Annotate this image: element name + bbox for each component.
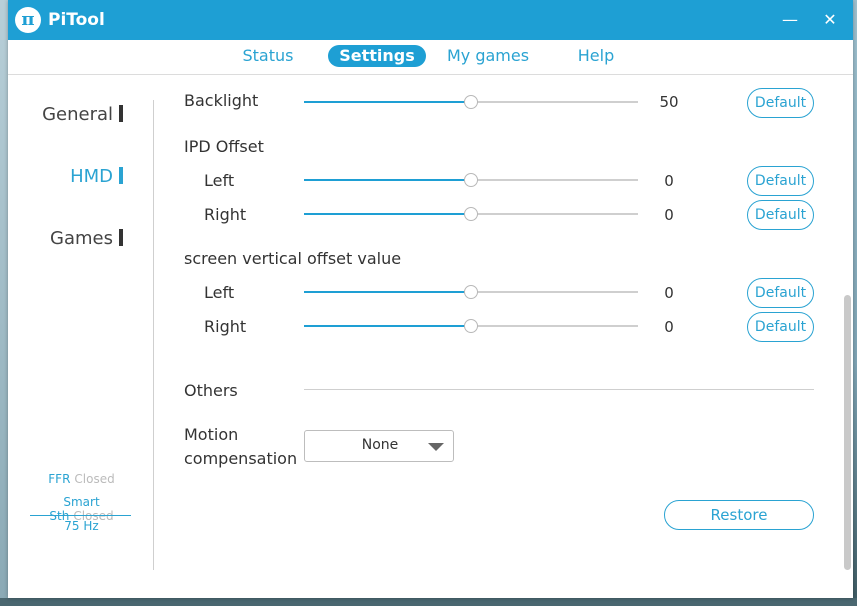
ipd-right-value: 0: [664, 206, 674, 224]
tab-settings[interactable]: Settings: [328, 45, 426, 67]
sidebar-item-label: General: [42, 104, 113, 125]
ipd-right-slider[interactable]: [304, 207, 638, 221]
desktop-background-left: [0, 0, 8, 606]
motion-compensation-label-line1: Motion: [184, 425, 239, 444]
ffr-status: FFR Closed: [30, 472, 133, 486]
slider-fill: [304, 179, 471, 181]
backlight-value: 50: [659, 93, 679, 111]
backlight-label: Backlight: [184, 91, 259, 110]
motion-compensation-select[interactable]: None: [304, 430, 454, 462]
slider-thumb[interactable]: [464, 285, 478, 299]
tab-status[interactable]: Status: [233, 45, 303, 67]
main-tabs: Status Settings My games Help: [8, 40, 853, 75]
restore-button[interactable]: Restore: [664, 500, 814, 530]
vertical-left-label: Left: [204, 283, 235, 302]
ipd-right-label: Right: [204, 205, 247, 224]
ffr-value: Closed: [74, 472, 115, 486]
minimize-icon[interactable]: —: [778, 8, 802, 32]
vertical-right-value: 0: [664, 318, 674, 336]
sidebar-item-general[interactable]: General: [42, 104, 123, 125]
others-title: Others: [184, 381, 238, 400]
motion-compensation-label-line2: compensation: [184, 449, 298, 468]
vertical-right-default-button[interactable]: Default: [747, 312, 814, 342]
pitool-logo-icon: π: [15, 7, 41, 33]
sidebar-marker: [119, 167, 123, 184]
sidebar-marker: [119, 229, 123, 246]
vertical-left-slider[interactable]: [304, 285, 638, 299]
sidebar-item-hmd[interactable]: HMD: [70, 166, 123, 187]
sidebar-item-label: HMD: [70, 166, 113, 187]
ipd-left-slider[interactable]: [304, 173, 638, 187]
backlight-default-button[interactable]: Default: [747, 88, 814, 118]
pitool-window: π PiTool — ✕ Status Settings My games He…: [8, 0, 853, 598]
scrollbar-thumb[interactable]: [844, 295, 851, 570]
ipd-offset-title: IPD Offset: [184, 137, 264, 156]
chevron-down-icon: [428, 443, 444, 451]
app-title: PiTool: [48, 10, 105, 30]
backlight-slider[interactable]: [304, 95, 638, 109]
settings-content: Backlight 50 Default IPD Offset Left 0 D…: [154, 75, 853, 598]
slider-thumb[interactable]: [464, 207, 478, 221]
slider-fill: [304, 291, 471, 293]
sidebar-item-label: Games: [50, 228, 113, 249]
tab-help[interactable]: Help: [568, 45, 624, 67]
ffr-label: FFR: [48, 472, 71, 486]
vertical-right-label: Right: [204, 317, 247, 336]
vertical-offset-title: screen vertical offset value: [184, 249, 402, 268]
status-divider: [30, 515, 131, 516]
close-icon[interactable]: ✕: [818, 8, 842, 32]
ipd-left-value: 0: [664, 172, 674, 190]
slider-fill: [304, 325, 471, 327]
sidebar-marker: [119, 105, 123, 122]
ipd-right-default-button[interactable]: Default: [747, 200, 814, 230]
sidebar-item-games[interactable]: Games: [50, 228, 123, 249]
vertical-left-value: 0: [664, 284, 674, 302]
ipd-left-label: Left: [204, 171, 235, 190]
vertical-left-default-button[interactable]: Default: [747, 278, 814, 308]
ipd-left-default-button[interactable]: Default: [747, 166, 814, 196]
refresh-rate: 75 Hz: [64, 519, 99, 533]
vertical-right-slider[interactable]: [304, 319, 638, 333]
slider-thumb[interactable]: [464, 95, 478, 109]
slider-fill: [304, 101, 471, 103]
slider-thumb[interactable]: [464, 319, 478, 333]
desktop-background-bottom: [0, 598, 857, 606]
tab-my-games[interactable]: My games: [443, 45, 533, 67]
slider-fill: [304, 213, 471, 215]
title-bar: π PiTool — ✕: [8, 0, 853, 40]
slider-thumb[interactable]: [464, 173, 478, 187]
others-divider: [304, 389, 814, 390]
